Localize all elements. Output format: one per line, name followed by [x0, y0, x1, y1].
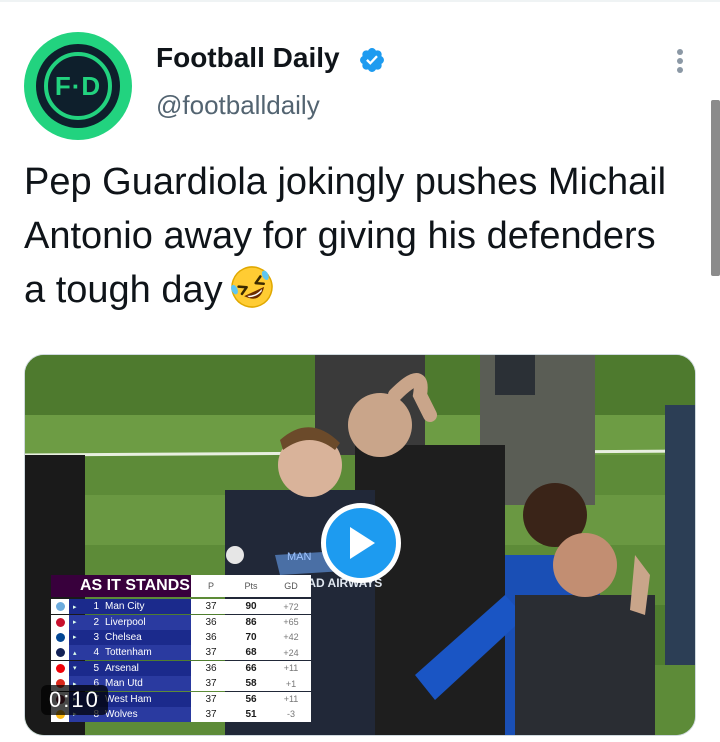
standings-row: ▾ 5 Arsenal 36 66 +11 — [51, 660, 311, 676]
standings-position: 3 — [93, 631, 99, 643]
standings-played: 36 — [205, 662, 217, 674]
play-button[interactable] — [321, 503, 401, 583]
standings-points: 70 — [245, 631, 257, 643]
play-icon — [350, 527, 375, 559]
standings-team: Man Utd — [105, 678, 143, 690]
tweet-text-body: Pep Guardiola jokingly pushes Michail An… — [24, 161, 667, 311]
team-crest-icon — [51, 660, 69, 676]
standings-goal-difference: -3 — [286, 709, 295, 720]
standings-team: Arsenal — [105, 662, 139, 674]
standings-played: 36 — [205, 631, 217, 643]
top-divider — [0, 0, 720, 2]
verified-badge-icon — [360, 48, 384, 72]
standings-team: Wolves — [105, 708, 138, 720]
standings-team: West Ham — [105, 693, 152, 705]
standings-points: 56 — [245, 693, 257, 705]
team-crest-icon — [51, 614, 69, 630]
standings-points: 90 — [245, 601, 257, 613]
standings-played: 37 — [205, 647, 217, 659]
standings-points: 68 — [245, 647, 257, 659]
scrollbar[interactable] — [711, 100, 720, 276]
standings-position: 2 — [93, 616, 99, 628]
team-crest-icon — [51, 645, 69, 661]
standings-row: ▴ 4 Tottenham 37 68 +24 — [51, 645, 311, 661]
standings-goal-difference: +11 — [283, 663, 299, 674]
standings-columns: P Pts GD — [191, 575, 311, 597]
standings-points: 86 — [245, 616, 257, 628]
handle[interactable]: @footballdaily — [156, 90, 320, 121]
display-name[interactable]: Football Daily — [156, 42, 340, 74]
position-change-icon: ▾ — [73, 665, 77, 673]
standings-team: Man City — [105, 601, 145, 613]
position-change-icon: ▸ — [73, 634, 77, 642]
video-timer: 0:10 — [41, 685, 108, 715]
more-vertical-icon[interactable] — [664, 44, 696, 78]
standings-goal-difference: +65 — [283, 617, 299, 628]
standings-title: AS IT STANDS — [51, 575, 191, 597]
standings-team: Liverpool — [105, 616, 146, 628]
standings-row: ▸ 1 Man City 37 90 +72 — [51, 599, 311, 615]
standings-team: Chelsea — [105, 631, 142, 643]
standings-goal-difference: +1 — [285, 678, 297, 689]
column-header-gd: GD — [284, 581, 298, 591]
standings-position: 4 — [93, 647, 99, 659]
column-header-pts: Pts — [244, 581, 258, 591]
standings-played: 37 — [205, 708, 217, 720]
rolling-on-floor-laughing-emoji-icon — [230, 266, 273, 308]
standings-row: ▸ 2 Liverpool 36 86 +65 — [51, 614, 311, 630]
standings-position: 1 — [93, 601, 99, 613]
standings-goal-difference: +72 — [283, 601, 299, 612]
standings-points: 51 — [245, 708, 257, 720]
standings-team: Tottenham — [105, 647, 152, 659]
tweet-text: Pep Guardiola jokingly pushes Michail An… — [24, 155, 684, 317]
video-media[interactable]: MAN ETIHAD AIRWAYS AS IT STANDS P Pts GD… — [24, 354, 696, 736]
position-change-icon: ▴ — [73, 649, 77, 657]
avatar[interactable]: F·D — [24, 32, 132, 140]
standings-points: 58 — [245, 678, 257, 690]
standings-header: AS IT STANDS P Pts GD — [51, 575, 311, 597]
standings-played: 37 — [205, 601, 217, 613]
shirt-text: MAN — [287, 551, 312, 563]
standings-row: ▸ 3 Chelsea 36 70 +42 — [51, 629, 311, 645]
column-header-p: P — [207, 581, 214, 591]
standings-played: 37 — [205, 693, 217, 705]
standings-played: 37 — [205, 678, 217, 690]
standings-goal-difference: +24 — [283, 647, 299, 658]
avatar-logo-text: F·D — [54, 70, 102, 101]
position-change-icon: ▸ — [73, 603, 77, 611]
position-change-icon: ▸ — [73, 619, 77, 627]
standings-points: 66 — [245, 662, 257, 674]
team-crest-icon — [51, 599, 69, 615]
avatar-logo: F·D — [36, 44, 120, 128]
standings-goal-difference: +42 — [283, 632, 299, 643]
team-crest-icon — [51, 629, 69, 645]
standings-goal-difference: +11 — [283, 694, 299, 705]
standings-position: 5 — [93, 662, 99, 674]
standings-played: 36 — [205, 616, 217, 628]
